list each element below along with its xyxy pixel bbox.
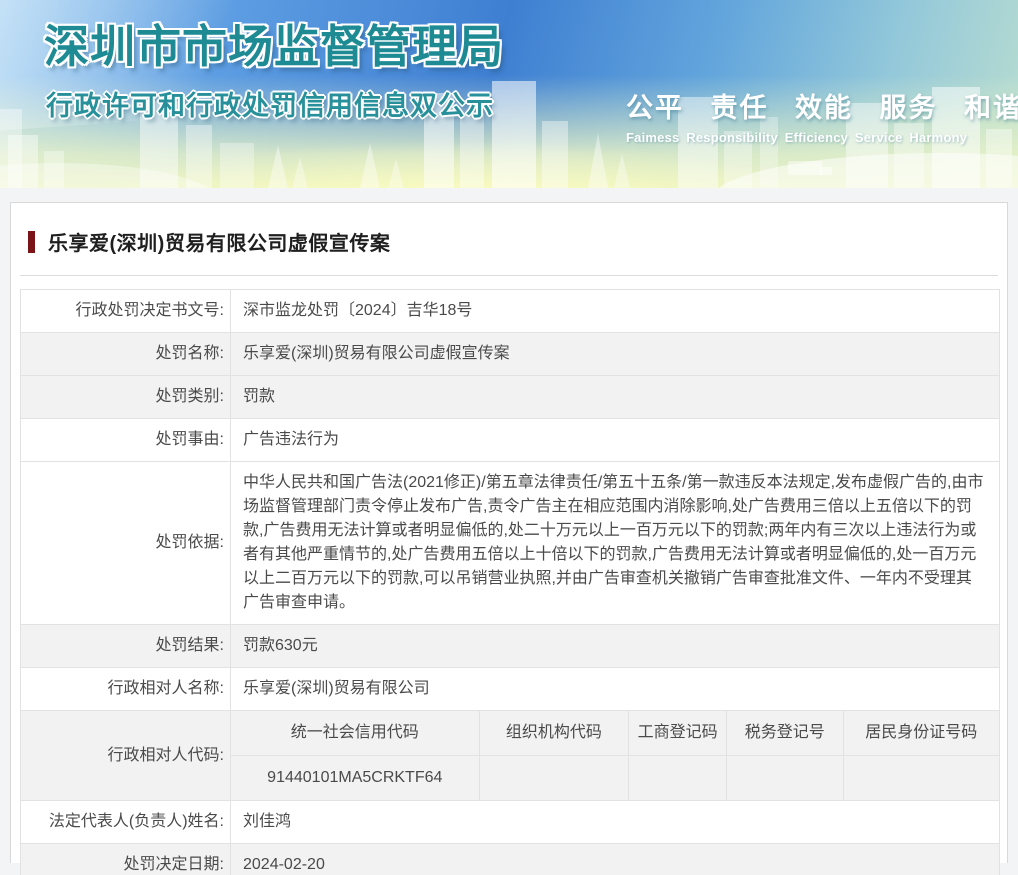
code-header-cell: 组织机构代码 xyxy=(479,711,629,756)
slogan-chinese: 公平 责任 效能 服务 和谐 xyxy=(626,86,976,125)
code-header-cell: 税务登记号 xyxy=(726,711,843,756)
code-header-cell: 统一社会信用代码 xyxy=(231,711,479,756)
row-label: 行政相对人代码: xyxy=(21,711,231,801)
page-body: 乐享爱(深圳)贸易有限公司虚假宣传案 行政处罚决定书文号:深市监龙处罚〔2024… xyxy=(0,188,1018,863)
banner-subtitle: 行政许可和行政处罚信用信息双公示 xyxy=(46,84,494,123)
table-row: 处罚名称:乐享爱(深圳)贸易有限公司虚假宣传案 xyxy=(21,333,1000,376)
code-value-cell xyxy=(629,756,727,801)
row-value: 深市监龙处罚〔2024〕吉华18号 xyxy=(231,290,1000,333)
table-row: 行政相对人名称:乐享爱(深圳)贸易有限公司 xyxy=(21,668,1000,711)
row-value: 刘佳鸿 xyxy=(231,801,1000,844)
header-banner: 深圳市市场监督管理局 行政许可和行政处罚信用信息双公示 公平 责任 效能 服务 … xyxy=(0,0,1018,188)
code-value-cell xyxy=(843,756,999,801)
row-value: 乐享爱(深圳)贸易有限公司虚假宣传案 xyxy=(231,333,1000,376)
table-row: 处罚类别:罚款 xyxy=(21,376,1000,419)
code-value-cell: 91440101MA5CRKTF64 xyxy=(231,756,479,801)
agency-title: 深圳市市场监督管理局 xyxy=(44,10,504,75)
row-label: 处罚类别: xyxy=(21,376,231,419)
table-row: 处罚结果:罚款630元 xyxy=(21,625,1000,668)
codes-header-row: 统一社会信用代码组织机构代码工商登记码税务登记号居民身份证号码 xyxy=(231,711,999,756)
row-label: 法定代表人(负责人)姓名: xyxy=(21,801,231,844)
row-label: 行政相对人名称: xyxy=(21,668,231,711)
banner-slogan: 公平 责任 效能 服务 和谐 Faimess Responsibility Ef… xyxy=(626,86,976,145)
case-title-row: 乐享爱(深圳)贸易有限公司虚假宣传案 xyxy=(20,227,998,256)
row-value: 乐享爱(深圳)贸易有限公司 xyxy=(231,668,1000,711)
code-value-cell xyxy=(726,756,843,801)
page-title: 乐享爱(深圳)贸易有限公司虚假宣传案 xyxy=(48,227,390,256)
row-value: 中华人民共和国广告法(2021修正)/第五章法律责任/第五十五条/第一款违反本法… xyxy=(231,462,1000,625)
code-header-cell: 工商登记码 xyxy=(629,711,727,756)
codes-value-row: 91440101MA5CRKTF64 xyxy=(231,756,999,801)
row-value: 罚款630元 xyxy=(231,625,1000,668)
code-header-cell: 居民身份证号码 xyxy=(843,711,999,756)
row-value: 广告违法行为 xyxy=(231,419,1000,462)
party-codes-table: 统一社会信用代码组织机构代码工商登记码税务登记号居民身份证号码91440101M… xyxy=(231,711,999,800)
row-label: 行政处罚决定书文号: xyxy=(21,290,231,333)
table-row: 处罚事由:广告违法行为 xyxy=(21,419,1000,462)
table-row: 处罚决定日期:2024-02-20 xyxy=(21,844,1000,875)
row-value: 2024-02-20 xyxy=(231,844,1000,875)
slogan-english: Faimess Responsibility Efficiency Servic… xyxy=(626,130,976,145)
row-value: 统一社会信用代码组织机构代码工商登记码税务登记号居民身份证号码91440101M… xyxy=(231,711,1000,801)
penalty-info-table: 行政处罚决定书文号:深市监龙处罚〔2024〕吉华18号处罚名称:乐享爱(深圳)贸… xyxy=(20,289,1000,875)
table-row: 处罚依据:中华人民共和国广告法(2021修正)/第五章法律责任/第五十五条/第一… xyxy=(21,462,1000,625)
table-row: 行政处罚决定书文号:深市监龙处罚〔2024〕吉华18号 xyxy=(21,290,1000,333)
row-label: 处罚依据: xyxy=(21,462,231,625)
row-value: 罚款 xyxy=(231,376,1000,419)
row-label: 处罚名称: xyxy=(21,333,231,376)
code-value-cell xyxy=(479,756,629,801)
row-label: 处罚结果: xyxy=(21,625,231,668)
row-label: 处罚事由: xyxy=(21,419,231,462)
content-panel: 乐享爱(深圳)贸易有限公司虚假宣传案 行政处罚决定书文号:深市监龙处罚〔2024… xyxy=(10,202,1008,863)
title-accent-bar xyxy=(28,231,35,253)
row-label: 处罚决定日期: xyxy=(21,844,231,875)
table-row: 行政相对人代码:统一社会信用代码组织机构代码工商登记码税务登记号居民身份证号码9… xyxy=(21,711,1000,801)
title-divider xyxy=(20,275,998,276)
penalty-table-body: 行政处罚决定书文号:深市监龙处罚〔2024〕吉华18号处罚名称:乐享爱(深圳)贸… xyxy=(21,290,1000,875)
table-row: 法定代表人(负责人)姓名:刘佳鸿 xyxy=(21,801,1000,844)
